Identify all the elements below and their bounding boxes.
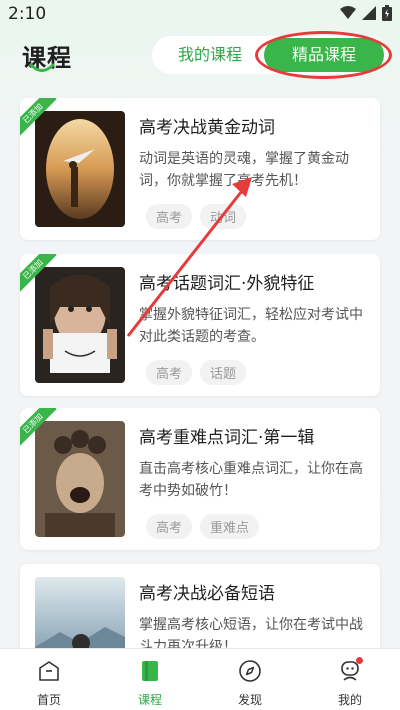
course-description: 掌握外貌特征词汇，轻松应对考试中对此类话题的考查。 (139, 307, 363, 345)
nav-item-discover[interactable]: 发现 (220, 659, 280, 708)
bottom-nav: 首页 课程 发现 我的 (0, 648, 400, 710)
course-thumbnail (35, 267, 125, 383)
course-title: 高考重难点词汇·第一辑 (139, 428, 315, 448)
course-tag: 高考 (146, 204, 193, 229)
status-time: 2:10 (8, 4, 47, 24)
course-title: 高考决战必备短语 (139, 584, 275, 604)
compass-icon (239, 660, 261, 682)
course-thumbnail (35, 111, 125, 227)
smile-underline-icon (29, 63, 55, 72)
nav-label: 我的 (337, 693, 362, 707)
wifi-icon (340, 6, 356, 19)
book-icon (142, 661, 158, 681)
course-description: 动词是英语的灵魂，掌握了黄金动词，你就掌握了高考先机！ (139, 151, 349, 189)
course-tags: 高考 重难点 (146, 514, 260, 539)
course-title: 高考决战黄金动词 (139, 118, 275, 138)
course-tags: 高考 话题 (146, 360, 247, 385)
nav-label: 课程 (137, 693, 162, 707)
course-tag: 话题 (200, 360, 247, 385)
tab-my-courses[interactable]: 我的课程 (152, 36, 268, 74)
nav-label: 首页 (36, 693, 61, 707)
course-title: 高考话题词汇·外貌特征 (139, 274, 315, 294)
home-icon (39, 661, 59, 681)
status-bar: 2:10 (0, 0, 400, 28)
annotation-ellipse (255, 31, 392, 79)
nav-label: 发现 (237, 693, 262, 707)
nav-item-courses[interactable]: 课程 (120, 659, 180, 708)
notification-dot (356, 657, 363, 664)
course-tags: 高考 动词 (146, 204, 247, 229)
course-tag: 重难点 (200, 514, 260, 539)
course-tag: 动词 (200, 204, 247, 229)
nav-item-home[interactable]: 首页 (19, 659, 79, 708)
course-card[interactable]: 已添加 高考决战黄金动词 动词是英语的灵魂，掌握了黄金动词，你就掌握了高考先机！… (20, 98, 380, 240)
course-tag: 高考 (146, 514, 193, 539)
signal-icon (362, 6, 376, 20)
course-card[interactable]: 已添加 高考重难点词汇·第一辑 直击高考核心重难点词汇，让你在高考中势如破竹！ … (20, 408, 380, 550)
course-description: 直击高考核心重难点词汇，让你在高考中势如破竹！ (139, 461, 363, 499)
nav-item-profile[interactable]: 我的 (320, 657, 380, 708)
course-thumbnail (35, 421, 125, 537)
course-card[interactable]: 已添加 高考话题词汇·外貌特征 掌握外貌特征词汇，轻松应对考试中对此类话题的考查… (20, 254, 380, 396)
course-tag: 高考 (146, 360, 193, 385)
battery-icon (382, 5, 392, 21)
